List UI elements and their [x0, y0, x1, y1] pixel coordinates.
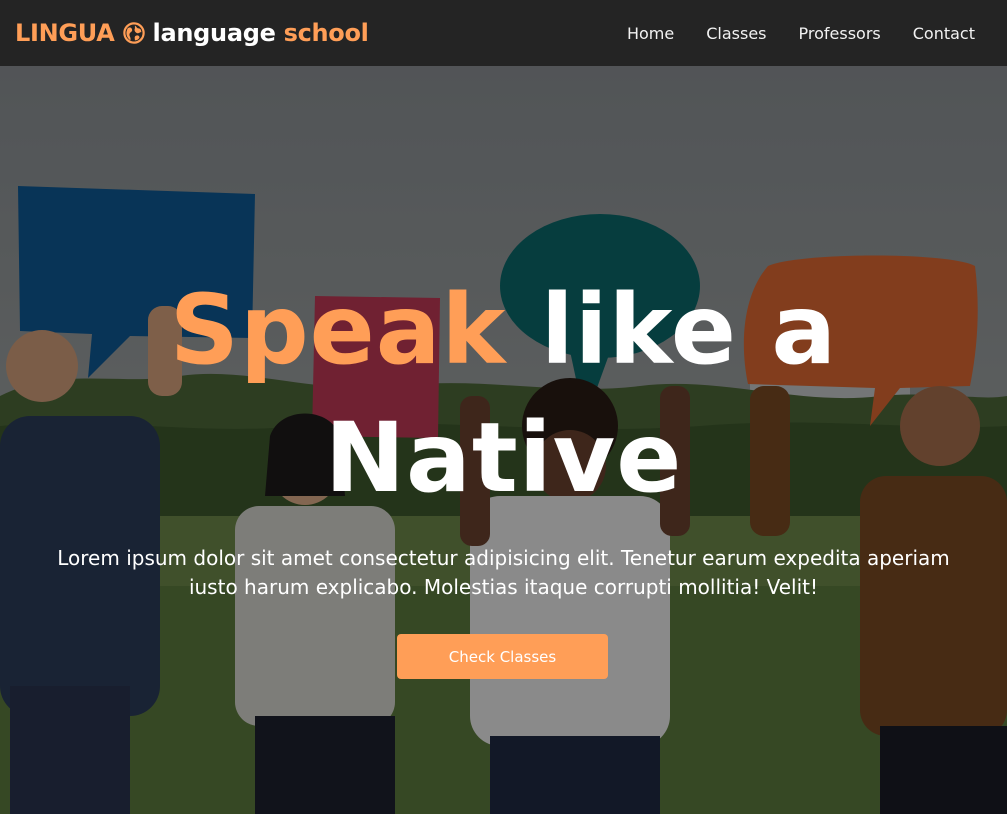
nav-link-home[interactable]: Home: [627, 24, 674, 43]
nav-link-contact[interactable]: Contact: [913, 24, 975, 43]
brand-name-language: language: [152, 19, 276, 47]
check-classes-button[interactable]: Check Classes: [397, 634, 608, 679]
hero-title: Speak like a Native: [0, 266, 1007, 522]
hero-section: Speak like a Native Lorem ipsum dolor si…: [0, 66, 1007, 814]
nav-link-professors[interactable]: Professors: [799, 24, 881, 43]
nav-link-classes[interactable]: Classes: [706, 24, 766, 43]
brand-name-school: school: [283, 19, 369, 47]
hero-title-accent: Speak: [169, 274, 507, 386]
nav-links: Home Classes Professors Contact: [627, 24, 975, 43]
hero-description: Lorem ipsum dolor sit amet consectetur a…: [57, 546, 950, 599]
hero-title-line2: Native: [324, 402, 683, 514]
navbar: LINGUA language school Home Classes Prof…: [0, 0, 1007, 66]
brand-name-lingua: LINGUA: [15, 19, 115, 47]
globe-icon: [122, 22, 145, 44]
hero-title-rest: like a: [506, 274, 838, 386]
brand-logo[interactable]: LINGUA language school: [15, 19, 369, 47]
